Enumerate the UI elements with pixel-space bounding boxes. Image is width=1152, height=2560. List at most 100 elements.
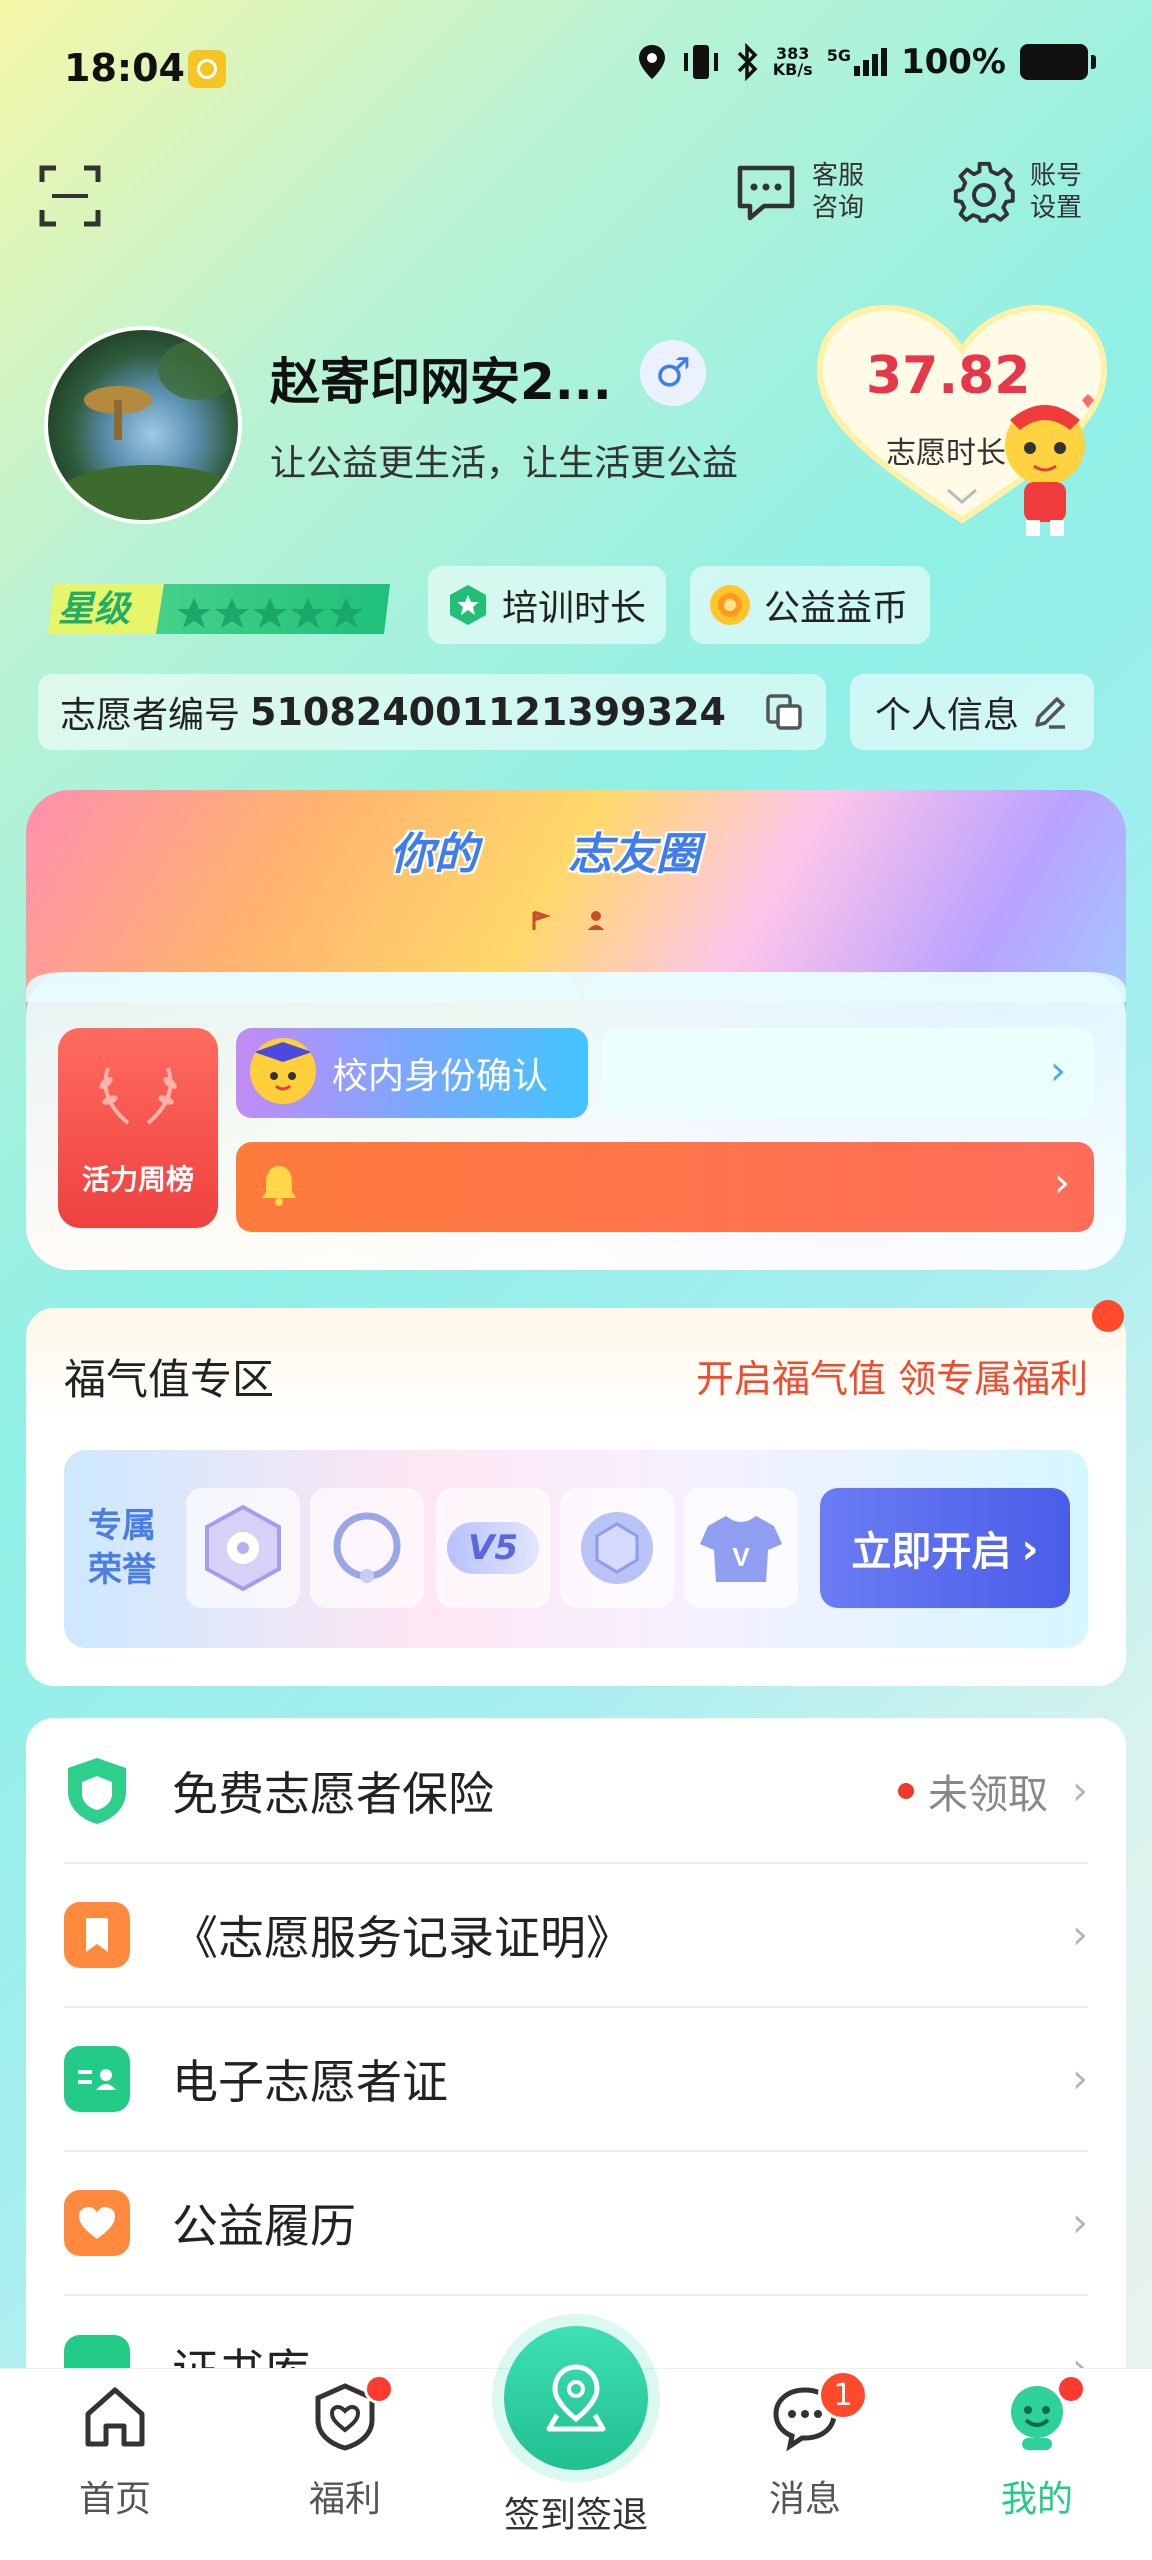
status-red-dot [898, 1783, 914, 1799]
blessing-promo-link[interactable]: 开启福气值 领专属福利 [696, 1348, 1088, 1403]
messages-count-badge: 1 [818, 2370, 868, 2420]
nav-home[interactable]: 首页 [40, 2378, 190, 2548]
menu-item-service-record[interactable]: 《志愿服务记录证明》 › [64, 1864, 1088, 2008]
nav-messages[interactable]: 1 消息 [730, 2370, 880, 2548]
charity-coin-label: 公益益币 [764, 588, 909, 629]
circle-title-right: 志友圈 [568, 829, 700, 880]
edit-icon [1035, 697, 1065, 729]
chevron-right-icon: › [1072, 1768, 1088, 1814]
volunteer-circle-title: 你的 志友圈 [390, 818, 700, 882]
open-now-button[interactable]: 立即开启 › [820, 1488, 1070, 1608]
nav-checkin-label: 签到签退 [503, 2495, 648, 2536]
location-pin-icon [546, 2364, 606, 2432]
bell-icon [262, 1166, 296, 1206]
gender-male-icon: ♂ [640, 340, 706, 406]
insurance-status-text: 未领取 [928, 1772, 1048, 1818]
laurel-icon [99, 1067, 177, 1125]
open-now-chevron-icon: › [1021, 1523, 1039, 1573]
honor-badge-shirt[interactable]: V [684, 1488, 798, 1608]
home-icon [85, 2387, 145, 2447]
menu-label-volunteer-card: 电子志愿者证 [172, 2055, 448, 2109]
menu-label-insurance: 免费志愿者保险 [172, 1767, 494, 1821]
training-hours-chip[interactable]: 培训时长 [428, 566, 666, 644]
gear-icon [953, 161, 1015, 223]
v5-badge: V5 [447, 1522, 539, 1574]
menu-item-charity-resume[interactable]: 公益履历 › [64, 2152, 1088, 2296]
signal-icon: 5G [827, 48, 887, 76]
mine-smile-icon [1002, 2374, 1086, 2452]
notice-bar[interactable] [236, 1142, 1094, 1232]
vibrate-icon [683, 45, 718, 79]
account-settings-line1: 账号 [1030, 161, 1083, 191]
gender-symbol: ♂ [655, 350, 691, 396]
star-level-label: 星级 [58, 589, 131, 630]
mine-notification-dot [1056, 2374, 1086, 2404]
bookmark-icon [64, 1902, 130, 1968]
account-settings-button[interactable]: 账号 设置 [952, 160, 1082, 224]
scan-icon[interactable] [38, 164, 102, 228]
customer-service-line1: 客服 [812, 161, 865, 191]
welfare-icon [310, 2374, 394, 2452]
chevron-right-icon: › [1050, 1048, 1066, 1094]
chevron-right-icon: › [1072, 2200, 1088, 2246]
menu-item-insurance[interactable]: 免费志愿者保险 未领取 › [64, 1720, 1088, 1864]
blessing-zone-title: 福气值专区 [64, 1355, 275, 1404]
coin-icon [710, 585, 750, 625]
menu-label-service-record: 《志愿服务记录证明》 [172, 1911, 632, 1965]
network-type: 5G [826, 46, 851, 65]
customer-service-button[interactable]: 客服 咨询 [734, 160, 864, 224]
circle-title-left: 你的 [390, 829, 478, 880]
customer-service-line2: 咨询 [812, 193, 865, 223]
avatar[interactable] [44, 326, 242, 524]
hexagon-star-icon [450, 585, 486, 625]
insurance-status: 未领取 [898, 1762, 1048, 1820]
copy-icon[interactable] [764, 692, 804, 732]
personal-info-label: 个人信息 [874, 695, 1019, 736]
battery-icon [1020, 44, 1096, 80]
nav-mine[interactable]: 我的 [962, 2374, 1112, 2548]
graduate-mascot-icon [250, 1038, 316, 1104]
menu-item-volunteer-card[interactable]: 电子志愿者证 › [64, 2008, 1088, 2152]
weekly-rank-button[interactable] [58, 1028, 218, 1228]
nav-messages-label: 消息 [768, 2479, 841, 2520]
volunteer-id-box: 志愿者编号 510824001121399324 [38, 674, 826, 750]
battery-percent: 100% [900, 42, 1006, 82]
heart-icon [64, 2190, 130, 2256]
notice-chevron-icon: › [1054, 1160, 1070, 1206]
circle-mini-icons [532, 910, 604, 930]
welfare-notification-dot [364, 2374, 394, 2404]
nav-welfare-label: 福利 [308, 2479, 381, 2520]
charity-coin-chip[interactable]: 公益益币 [690, 566, 930, 644]
honor-badge-ring[interactable] [310, 1488, 424, 1608]
chevron-right-icon: › [1072, 1912, 1088, 1958]
personal-info-button[interactable]: 个人信息 [850, 674, 1094, 750]
campus-info-bar[interactable] [602, 1028, 1094, 1118]
shirt-v-label: V [732, 1542, 750, 1572]
flower-hexagon-icon [205, 1504, 281, 1592]
open-now-label: 立即开启 [851, 1529, 1012, 1575]
chevron-right-icon: › [1072, 2056, 1088, 2102]
nav-welfare[interactable]: 福利 [270, 2374, 420, 2548]
honor-label: 专属荣誉 [88, 1506, 156, 1590]
blessing-notification-dot [1092, 1300, 1124, 1332]
account-settings-line2: 设置 [1030, 193, 1083, 223]
weekly-rank-label: 活力周榜 [81, 1163, 194, 1196]
honor-badge-flower[interactable] [186, 1488, 300, 1608]
message-icon: 1 [770, 2370, 868, 2452]
checkin-button[interactable] [504, 2326, 648, 2470]
net-speed-unit: KB/s [772, 60, 813, 79]
id-card-icon [64, 2046, 130, 2112]
ring-icon [333, 1512, 401, 1583]
training-hours-label: 培训时长 [502, 588, 647, 629]
user-name: 赵寄印网安2... [270, 353, 612, 411]
chat-bubble-icon [737, 165, 795, 221]
honor-badge-v5[interactable]: V5 [436, 1488, 550, 1608]
campus-identity-label: 校内身份确认 [332, 1056, 549, 1097]
volunteer-id-value: 510824001121399324 [250, 690, 726, 734]
status-time: 18:04 [64, 46, 185, 90]
nav-mine-label: 我的 [1000, 2479, 1073, 2520]
honor-badge-hexagon[interactable] [560, 1488, 674, 1608]
avatar-image [58, 340, 238, 520]
notification-app-icon [188, 50, 226, 88]
tshirt-icon: V [700, 1516, 782, 1582]
